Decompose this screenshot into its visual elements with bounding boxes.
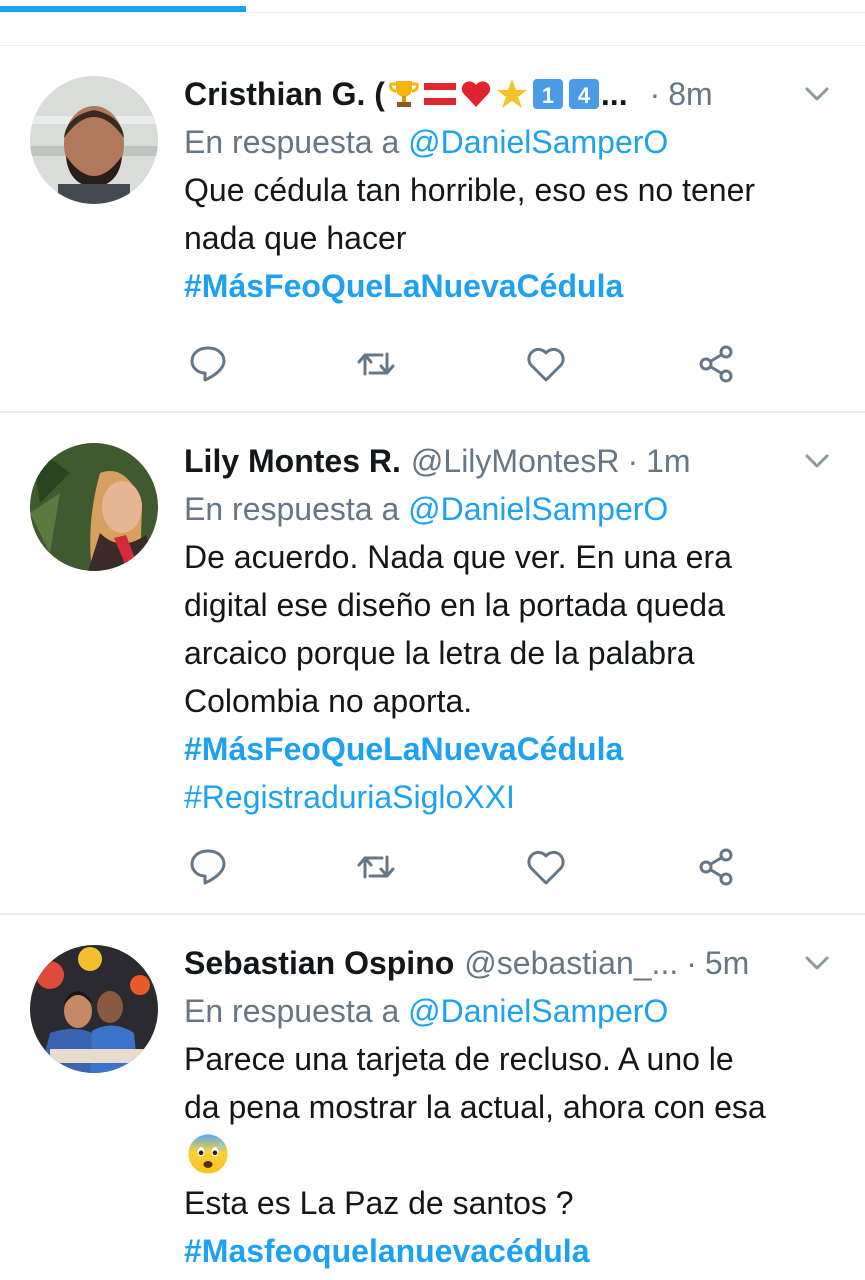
avatar[interactable] <box>30 945 158 1073</box>
avatar[interactable] <box>30 443 158 571</box>
svg-text:4: 4 <box>578 83 591 108</box>
author-name[interactable]: Sebastian Ospino <box>184 939 454 987</box>
red-heart-icon <box>461 81 491 107</box>
reply-mention-link[interactable]: @DanielSamperO <box>408 491 668 527</box>
tweet-actions <box>184 843 744 891</box>
tweet-text-line: Colombia no aporta. <box>184 683 473 719</box>
tweet-text-line: Esta es La Paz de santos ? <box>184 1185 574 1221</box>
tweet[interactable]: Sebastian Ospino @sebastian_... · 5m En … <box>0 915 865 1280</box>
tweet[interactable]: Lily Montes R. @LilyMontesR · 1m En resp… <box>0 413 865 913</box>
active-tab-indicator <box>0 6 246 12</box>
chevron-down-icon[interactable] <box>799 945 835 981</box>
timestamp[interactable]: 8m <box>668 70 712 118</box>
author-name[interactable]: Lily Montes R. <box>184 437 401 485</box>
svg-text:1: 1 <box>542 83 554 108</box>
separator-dot: · <box>686 945 697 981</box>
like-icon[interactable] <box>522 340 570 388</box>
tweet-actions <box>184 340 744 388</box>
chevron-down-icon[interactable] <box>799 76 835 112</box>
reply-prefix: En respuesta a <box>184 993 400 1029</box>
reply-context: En respuesta a @DanielSamperO <box>184 485 835 533</box>
tweet-text-line: arcaico porque la letra de la palabra <box>184 635 695 671</box>
tweet-text-line: nada que hacer <box>184 220 407 256</box>
avatar[interactable] <box>30 76 158 204</box>
name-emojis: 1 4 <box>387 77 601 111</box>
separator-dot: · <box>649 76 661 112</box>
share-icon[interactable] <box>692 340 740 388</box>
reply-icon[interactable] <box>184 340 232 388</box>
retweet-icon[interactable] <box>352 340 400 388</box>
anxious-face-emoji-icon <box>188 1134 228 1174</box>
tab-bar-line <box>0 12 865 13</box>
tweet[interactable]: Cristhian G. ( 1 4 ... · 8m En respuesta… <box>0 46 865 412</box>
top-tab-bar <box>0 0 865 46</box>
reply-icon[interactable] <box>184 843 232 891</box>
tweet-header: Lily Montes R. @LilyMontesR · 1m <box>184 437 835 485</box>
retweet-icon[interactable] <box>352 843 400 891</box>
tweet-text-line: De acuerdo. Nada que ver. En una era <box>184 539 732 575</box>
keycap-1-icon: 1 <box>532 79 563 109</box>
author-handle[interactable]: @LilyMontesR <box>411 437 620 485</box>
timestamp[interactable]: 1m <box>646 437 690 485</box>
reply-prefix: En respuesta a <box>184 491 400 527</box>
reply-prefix: En respuesta a <box>184 124 400 160</box>
reply-mention-link[interactable]: @DanielSamperO <box>408 124 668 160</box>
like-icon[interactable] <box>522 843 570 891</box>
keycap-4-icon: 4 <box>568 79 599 109</box>
tweet-text-line: da pena mostrar la actual, ahora con esa <box>184 1089 766 1125</box>
trophy-icon <box>389 81 419 107</box>
author-handle[interactable]: @sebastian_... <box>464 939 678 987</box>
hashtag-link[interactable]: #Masfeoquelanuevacédula <box>184 1227 835 1275</box>
reply-mention-link[interactable]: @DanielSamperO <box>408 993 668 1029</box>
author-name[interactable]: Cristhian G. ( <box>184 70 385 118</box>
reply-context: En respuesta a @DanielSamperO <box>184 118 835 166</box>
tweet-text-line: Que cédula tan horrible, eso es no tener <box>184 172 756 208</box>
hashtag-link[interactable]: #RegistraduriaSigloXXI <box>184 773 835 821</box>
chevron-down-icon[interactable] <box>799 443 835 479</box>
share-icon[interactable] <box>692 843 740 891</box>
hashtag-link[interactable]: #MásFeoQueLaNuevaCédula <box>184 262 835 310</box>
star-icon <box>496 79 527 108</box>
emoji-line <box>184 1131 835 1179</box>
tweet-header: Sebastian Ospino @sebastian_... · 5m <box>184 939 835 987</box>
tweet-text-line: Parece una tarjeta de recluso. A uno le <box>184 1041 734 1077</box>
timestamp[interactable]: 5m <box>705 939 749 987</box>
hashtag-link[interactable]: #MásFeoQueLaNuevaCédula <box>184 725 835 773</box>
name-ellipsis: ... <box>600 76 628 112</box>
separator-dot: · <box>627 443 639 479</box>
tweet-header: Cristhian G. ( 1 4 ... · 8m <box>184 70 835 118</box>
austria-flag-icon <box>423 83 456 105</box>
reply-context: En respuesta a @DanielSamperO <box>184 987 835 1035</box>
tweet-text-line: digital ese diseño en la portada queda <box>184 587 725 623</box>
